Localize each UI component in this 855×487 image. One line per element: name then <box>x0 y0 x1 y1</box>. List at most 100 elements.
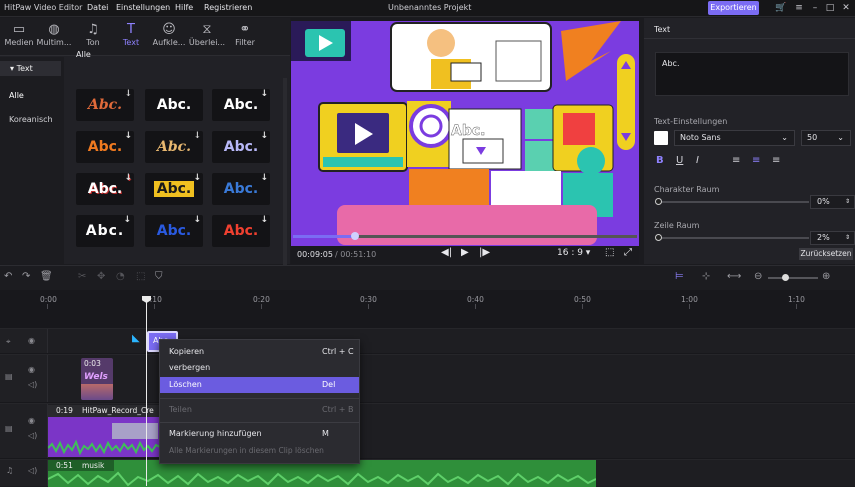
speaker-icon[interactable]: ◁) <box>28 431 37 440</box>
download-icon[interactable]: ↓ <box>193 215 201 225</box>
line-space-slider[interactable] <box>657 237 809 239</box>
char-space-input[interactable]: 0% ⇕ <box>810 195 855 209</box>
seek-bar[interactable] <box>293 232 637 240</box>
download-icon[interactable]: ↓ <box>260 89 268 99</box>
bold-icon[interactable]: B <box>656 155 664 166</box>
align-right-icon[interactable]: ≡ <box>772 155 780 166</box>
download-icon[interactable]: ↓ <box>193 173 201 183</box>
menu-item-split[interactable]: Teilen Ctrl + B <box>160 402 359 418</box>
line-space-handle[interactable] <box>655 234 662 241</box>
line-space-input[interactable]: 2% ⇕ <box>810 231 855 245</box>
pin-icon[interactable]: ⌖ <box>6 337 11 347</box>
speaker-icon[interactable]: ◁) <box>28 380 37 389</box>
zoom-in-icon[interactable]: ⊕ <box>822 271 830 282</box>
export-button[interactable]: Exportieren <box>708 1 759 15</box>
text-template-tile[interactable]: Abc. ↓ <box>145 131 203 163</box>
category-item-korean[interactable]: Koreanisch <box>9 115 53 124</box>
download-icon[interactable]: ↓ <box>124 173 132 183</box>
move-icon[interactable]: ✥ <box>97 271 105 282</box>
video-clip[interactable]: 0:19 HitPaw_Record_Cre <box>48 405 162 457</box>
download-icon[interactable]: ↓ <box>260 215 268 225</box>
download-icon[interactable]: ↓ <box>124 89 132 99</box>
category-item-all[interactable]: Alle <box>9 91 24 100</box>
maximize-icon[interactable]: □ <box>823 2 837 14</box>
char-space-slider[interactable] <box>657 201 809 203</box>
speed-icon[interactable]: ◔ <box>116 271 125 282</box>
underline-icon[interactable]: U <box>676 155 683 166</box>
fullscreen-icon[interactable]: ⤢ <box>624 247 632 258</box>
delete-icon[interactable]: 🗑 <box>40 271 53 282</box>
category-header[interactable]: ▾ Text <box>0 61 61 76</box>
tab-stickers[interactable]: ☺ Aufkle... <box>150 22 188 54</box>
text-color-swatch[interactable] <box>654 131 668 145</box>
text-template-tile[interactable]: Abc. ↓ <box>145 215 203 247</box>
timeline-ruler[interactable]: 0:00 0:10 0:20 0:30 0:40 0:50 1:00 1:10 <box>0 290 855 310</box>
align-center-icon[interactable]: ≡ <box>752 155 760 166</box>
video-preview-canvas[interactable]: Abc. <box>291 21 639 246</box>
menu-item-hide[interactable]: verbergen <box>160 360 359 376</box>
redo-icon[interactable]: ↷ <box>22 271 30 282</box>
text-content-input[interactable]: Abc. <box>655 52 849 96</box>
text-template-tile[interactable]: Abc. ↓ <box>212 215 270 247</box>
menu-item-delete[interactable]: Löschen Del <box>160 377 359 393</box>
menu-item-clear-markers[interactable]: Alle Markierungen in diesem Clip löschen <box>160 443 359 459</box>
menu-item-add-marker[interactable]: Markierung hinzufügen M <box>160 426 359 442</box>
tab-text[interactable]: T Text <box>112 22 150 54</box>
menu-hilfe[interactable]: Hilfe <box>175 3 193 12</box>
eye-icon[interactable]: ◉ <box>28 365 35 374</box>
char-space-handle[interactable] <box>655 198 662 205</box>
tab-filter[interactable]: ⚭ Filter <box>226 22 264 54</box>
text-template-tile[interactable]: Abc. ↓ <box>76 89 134 121</box>
shield-icon[interactable]: ⛉ <box>155 271 163 282</box>
minimize-icon[interactable]: – <box>808 2 822 14</box>
fit-icon[interactable]: ⟷ <box>727 271 741 282</box>
italic-icon[interactable]: I <box>696 155 699 166</box>
text-template-tile[interactable]: Abc. ↓ <box>212 173 270 205</box>
seek-handle[interactable] <box>350 232 359 240</box>
menu-registrieren[interactable]: Registrieren <box>204 3 252 12</box>
speaker-icon[interactable]: ◁) <box>28 466 37 475</box>
tab-transitions[interactable]: ⧖ Überlei... <box>188 22 226 54</box>
align-icon[interactable]: ⊨ <box>675 271 684 282</box>
align-left-icon[interactable]: ≡ <box>732 155 740 166</box>
download-icon[interactable]: ↓ <box>123 215 132 225</box>
text-template-tile[interactable]: Abc. ↓ <box>212 89 270 121</box>
image-clip[interactable]: 0:03 Wels <box>81 358 113 400</box>
split-track-icon[interactable]: ⊹ <box>702 271 710 282</box>
reset-button[interactable]: Zurücksetzen <box>799 248 853 260</box>
previous-frame-icon[interactable]: ◀| <box>441 247 452 258</box>
library-scrollbar[interactable] <box>283 78 287 278</box>
split-icon[interactable]: ✂ <box>78 271 86 282</box>
crop-icon[interactable]: ⬚ <box>136 271 145 282</box>
download-icon[interactable]: ↓ <box>260 131 268 141</box>
text-template-tile[interactable]: Abc. <box>145 89 203 121</box>
text-template-tile[interactable]: Abc. ↓ <box>76 215 134 247</box>
spinner-icon[interactable]: ⇕ <box>845 196 850 208</box>
download-icon[interactable]: ↓ <box>260 173 268 183</box>
menu-icon[interactable]: ≡ <box>792 2 806 14</box>
eye-icon[interactable]: ◉ <box>28 416 35 425</box>
tab-media[interactable]: ▭ Medien <box>0 22 38 54</box>
download-icon[interactable]: ↓ <box>124 131 132 141</box>
aspect-ratio-select[interactable]: 16 : 9 ▾ <box>557 248 590 258</box>
spinner-icon[interactable]: ⇕ <box>845 232 850 244</box>
preview-overlay-text[interactable]: Abc. <box>451 123 486 139</box>
download-icon[interactable]: ↓ <box>193 131 201 141</box>
crop-icon[interactable]: ⬚ <box>605 247 614 258</box>
playhead[interactable] <box>146 296 147 486</box>
play-icon[interactable]: ▶ <box>461 247 469 258</box>
undo-icon[interactable]: ↶ <box>4 271 12 282</box>
text-template-tile[interactable]: Abc. ↓ <box>145 173 203 205</box>
text-template-tile[interactable]: Abc. ↓ <box>76 131 134 163</box>
next-frame-icon[interactable]: |▶ <box>479 247 490 258</box>
zoom-handle[interactable] <box>782 274 789 281</box>
eye-icon[interactable]: ◉ <box>28 336 35 345</box>
menu-datei[interactable]: Datei <box>87 3 108 12</box>
menu-einstellungen[interactable]: Einstellungen <box>116 3 170 12</box>
tab-multimedia[interactable]: ◍ Multim... <box>35 22 73 54</box>
close-icon[interactable]: ✕ <box>839 2 853 14</box>
menu-item-copy[interactable]: Kopieren Ctrl + C <box>160 344 359 360</box>
text-template-tile[interactable]: Abc. ↓ <box>76 173 134 205</box>
zoom-slider[interactable] <box>768 277 818 279</box>
cart-icon[interactable]: 🛒 <box>774 2 788 14</box>
